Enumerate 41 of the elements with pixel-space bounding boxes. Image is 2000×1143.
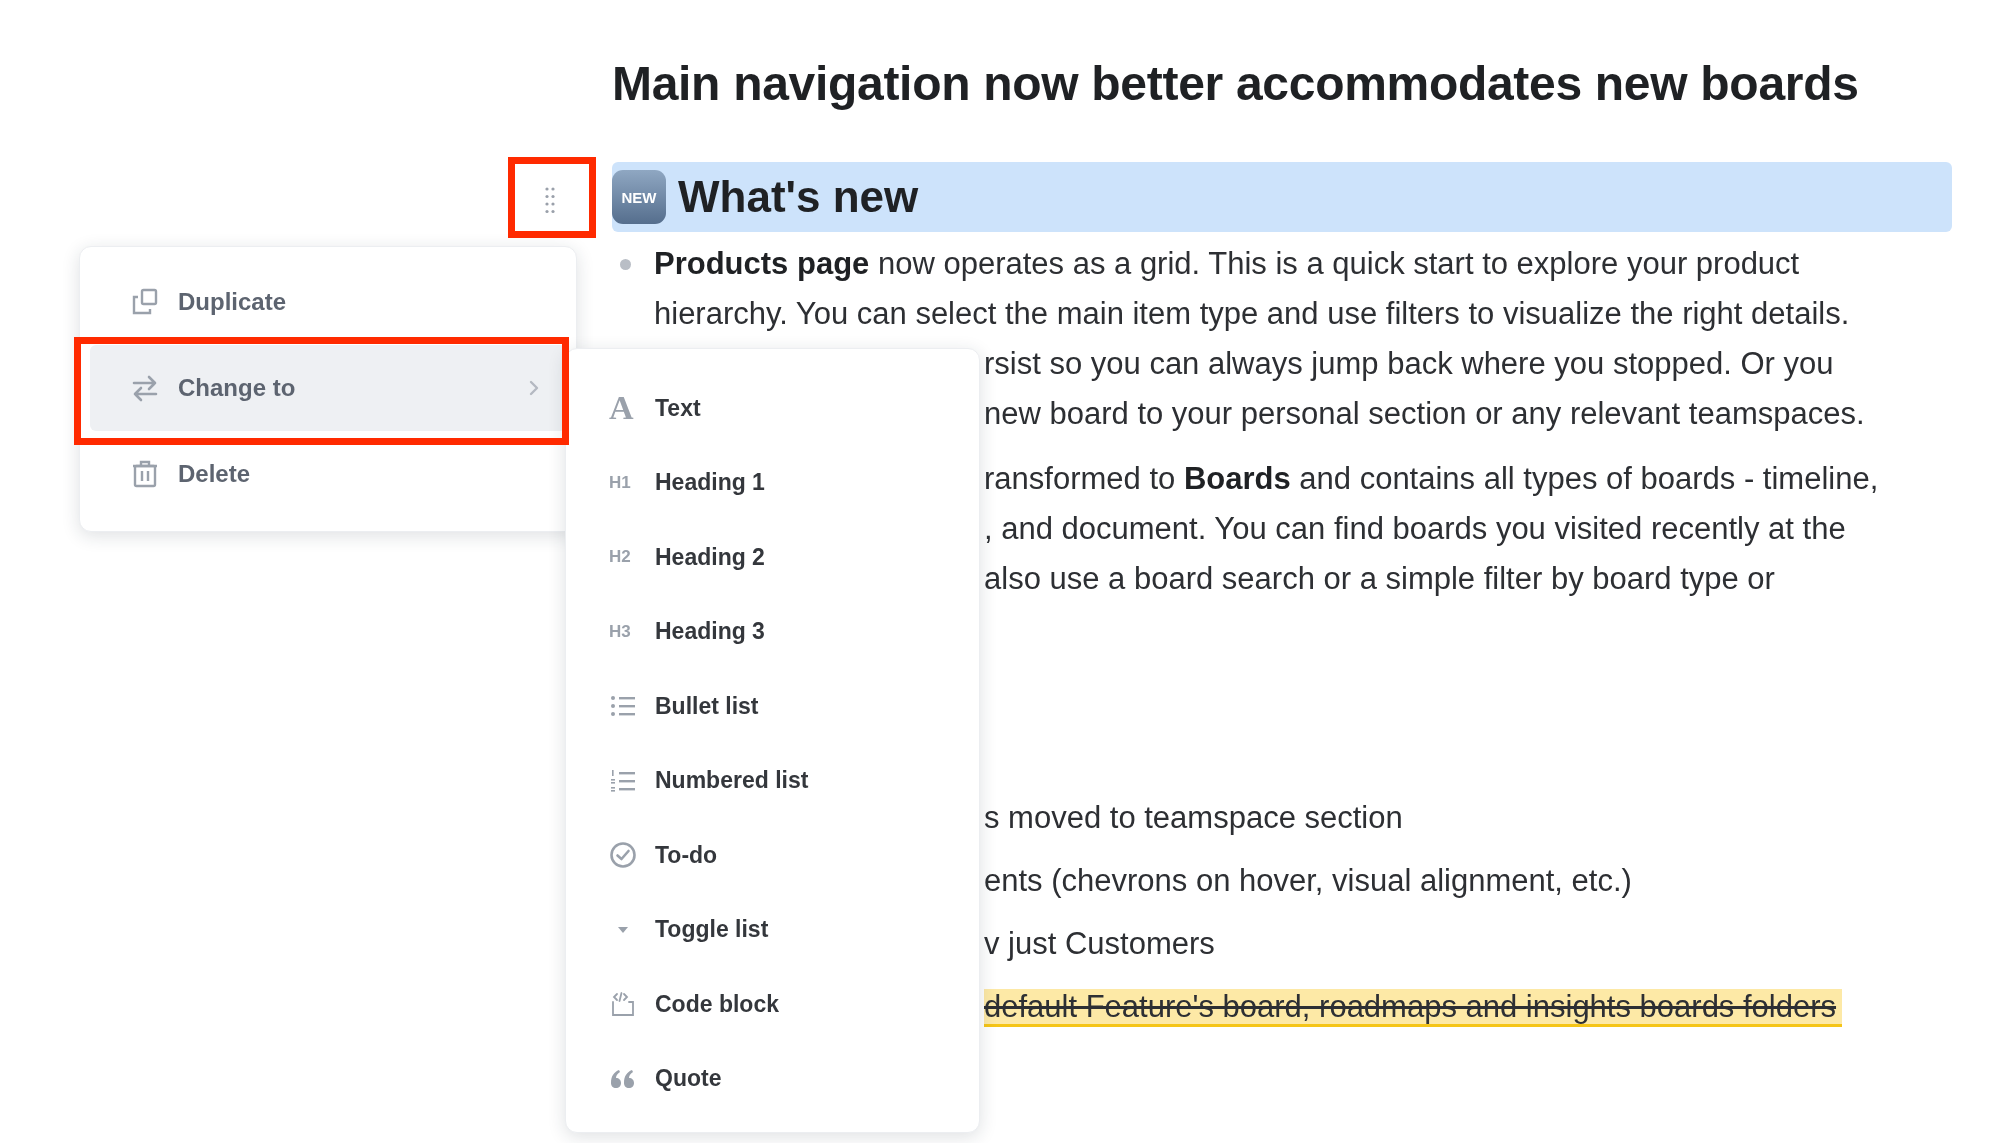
swap-arrows-icon — [130, 373, 160, 403]
section-heading: What's new — [678, 172, 919, 222]
new-badge: NEW — [612, 170, 666, 224]
page-title: Main navigation now better accommodates new boards — [612, 56, 1860, 112]
code-icon — [609, 990, 637, 1019]
quote-icon — [609, 1067, 637, 1090]
heading-icon: H3 — [609, 621, 655, 642]
bullet-dot — [620, 259, 631, 270]
menu-item[interactable]: To-do — [566, 818, 979, 893]
chevron-right-icon — [528, 379, 540, 397]
text-type-icon: A — [609, 391, 655, 426]
body-text: rsist so you can always jump back where you stopped. Or you — [984, 346, 1834, 381]
body-text: also use a board search or a simple filter by board type or — [984, 561, 1775, 596]
body-text: ransformed to Boards and contains all types of boards - timeline, — [984, 461, 1879, 496]
body-text: v just Customers — [984, 926, 1215, 961]
menu-item[interactable]: Delete — [90, 431, 566, 517]
menu-item[interactable]: Duplicate — [90, 259, 566, 345]
body-text: , and document. You can find boards you visited recently at the — [984, 511, 1846, 546]
menu-item[interactable]: H1 Heading 1 — [566, 445, 979, 520]
menu-item[interactable]: A Text — [566, 371, 979, 446]
bullet-list-icon — [609, 694, 637, 719]
heading-icon: H2 — [609, 547, 655, 568]
struck-highlighted-text: default Feature's board, roadmaps and insights boards folders — [984, 989, 1843, 1027]
body-text: s moved to teamspace section — [984, 800, 1403, 835]
menu-item[interactable]: Quote — [566, 1041, 979, 1116]
menu-item[interactable]: Toggle list — [566, 892, 979, 967]
menu-item[interactable]: H2 Heading 2 — [566, 520, 979, 595]
body-text: Products page now operates as a grid. This is a quick start to explore your product — [654, 246, 1800, 281]
heading-icon: H1 — [609, 472, 655, 493]
duplicate-icon — [130, 287, 160, 317]
numbered-list-icon — [609, 768, 637, 793]
caret-down-icon — [618, 926, 628, 933]
trash-icon — [130, 459, 160, 489]
menu-item[interactable]: Code block — [566, 967, 979, 1042]
menu-item[interactable]: H3 Heading 3 — [566, 594, 979, 669]
check-circle-icon — [609, 841, 637, 870]
body-text: ents (chevrons on hover, visual alignment, etc.) — [984, 863, 1632, 898]
body-text: new board to your personal section or any relevant teamspaces. — [984, 396, 1865, 431]
menu-item[interactable]: Bullet list — [566, 669, 979, 744]
menu-item[interactable]: Numbered list — [566, 743, 979, 818]
body-text: hierarchy. You can select the main item type and use filters to visualize the right details. — [654, 296, 1850, 331]
